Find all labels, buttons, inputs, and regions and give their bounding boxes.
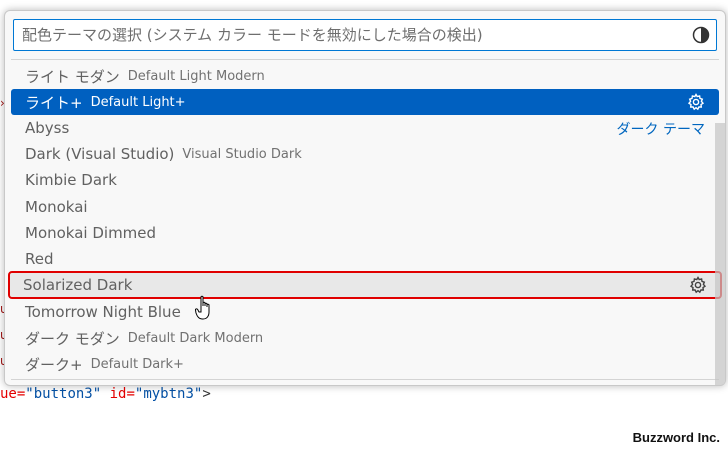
brand-label: Buzzword Inc.	[632, 430, 720, 445]
theme-item-dark-visual-studio[interactable]: Dark (Visual Studio) Visual Studio Dark	[11, 141, 719, 167]
theme-item-kimbie-dark[interactable]: Kimbie Dark	[11, 167, 719, 193]
list-partial-edge	[11, 59, 719, 60]
theme-label: ダーク+	[25, 355, 83, 374]
code-string: "button3"	[25, 386, 102, 402]
list-bottom-separator	[11, 379, 719, 380]
theme-label: Red	[25, 250, 54, 268]
theme-label: ライト+	[25, 93, 83, 112]
theme-item-dark-modern[interactable]: ダーク モダン Default Dark Modern	[11, 325, 719, 351]
theme-label: Solarized Dark	[23, 276, 133, 294]
theme-item-dark-plus[interactable]: ダーク+ Default Dark+	[11, 351, 719, 377]
code-end: >	[202, 386, 211, 402]
theme-label: ライト モダン	[25, 67, 120, 86]
theme-description: Visual Studio Dark	[182, 146, 302, 162]
theme-item-red[interactable]: Red	[11, 246, 719, 272]
contrast-icon[interactable]	[692, 26, 710, 44]
theme-quick-pick: ライト モダン Default Light Modern ライト+ Defaul…	[4, 10, 726, 386]
theme-item-monokai[interactable]: Monokai	[11, 194, 719, 220]
theme-item-monokai-dimmed[interactable]: Monokai Dimmed	[11, 220, 719, 246]
theme-description: Default Light+	[90, 94, 186, 110]
theme-label: Monokai Dimmed	[25, 224, 157, 242]
theme-item-light-modern[interactable]: ライト モダン Default Light Modern	[11, 63, 719, 89]
scrollbar-thumb[interactable]	[715, 123, 725, 385]
theme-item-light-plus[interactable]: ライト+ Default Light+	[11, 89, 719, 115]
theme-description: Default Dark Modern	[127, 330, 264, 346]
search-box	[13, 19, 717, 51]
theme-item-tomorrow-night-blue[interactable]: Tomorrow Night Blue	[11, 299, 719, 325]
theme-list: ライト モダン Default Light Modern ライト+ Defaul…	[5, 57, 725, 383]
code-attr: id=	[109, 386, 135, 402]
group-label-dark-themes: ダーク テーマ	[616, 122, 705, 138]
search-input[interactable]	[14, 20, 684, 50]
theme-description: Default Dark+	[90, 356, 184, 372]
theme-item-solarized-dark[interactable]: Solarized Dark	[8, 271, 722, 299]
theme-item-abyss[interactable]: Abyss	[11, 115, 719, 141]
theme-description: Default Light Modern	[127, 68, 265, 84]
theme-label: Tomorrow Night Blue	[25, 303, 181, 321]
gear-icon[interactable]	[689, 276, 707, 294]
theme-label: Dark (Visual Studio)	[25, 145, 175, 163]
gear-icon[interactable]	[687, 93, 705, 111]
theme-label: Abyss	[25, 119, 70, 137]
theme-label: Kimbie Dark	[25, 171, 117, 189]
code-line[interactable]: ue="button3" id="mybtn3">	[0, 386, 211, 402]
code-string: "mybtn3"	[134, 386, 203, 402]
hand-cursor-icon	[195, 295, 210, 320]
theme-label: Monokai	[25, 198, 88, 216]
code-attr: ue=	[0, 386, 26, 402]
theme-label: ダーク モダン	[25, 329, 120, 348]
